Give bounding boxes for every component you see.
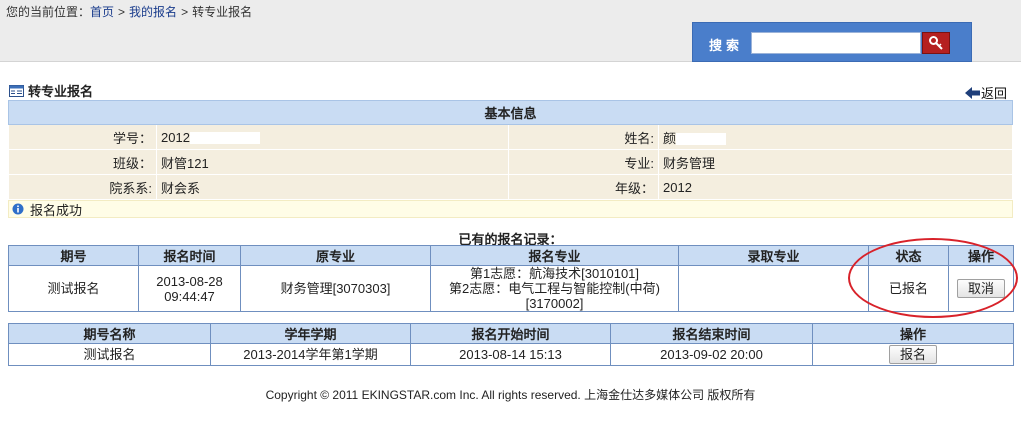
column-header: 学年学期 [210,323,411,344]
breadcrumb: 您的当前位置：首页 > 我的报名 > 转专业报名 [6,3,252,20]
form-icon [9,84,24,97]
search-panel: 搜索 [692,22,972,62]
search-label: 搜索 [709,38,744,53]
column-header: 期号 [8,245,139,266]
search-button[interactable] [922,32,950,54]
breadcrumb-prefix: 您的当前位置： [6,5,91,19]
basic-info-row: 班级： 财管121 专业: 财务管理 [8,149,1013,175]
action-cell: 取消 [948,265,1014,312]
basic-info-table: 基本信息 学号： 2012 姓名: 颜 班级： 财管121 专业: 财务管理 院… [8,100,1013,200]
info-icon [12,203,24,215]
column-header: 状态 [868,245,949,266]
column-header: 期号名称 [8,323,211,344]
end-time-cell: 2013-09-02 20:00 [610,343,813,366]
time-clock: 09:44:47 [164,288,215,304]
records-table: 期号 报名时间 原专业 报名专业 录取专业 状态 操作 测试报名 2013-08… [8,245,1014,312]
name-value: 颜 [663,130,677,146]
table-row: 测试报名 2013-08-28 09:44:47 财务管理[3070303] 第… [8,265,1014,312]
column-header: 报名专业 [430,245,679,266]
page-title: 转专业报名 [9,81,93,100]
search-key-icon [929,36,943,50]
grade-value: 2012 [658,174,1013,200]
column-header: 操作 [812,323,1014,344]
periods-header-row: 期号名称 学年学期 报名开始时间 报名结束时间 操作 [8,323,1014,344]
period-name-cell: 测试报名 [8,343,211,366]
student-id-label: 学号： [8,124,157,150]
basic-info-header-row: 基本信息 [8,100,1013,125]
top-bar: 您的当前位置：首页 > 我的报名 > 转专业报名 搜索 [0,0,1021,62]
breadcrumb-my-enroll-link[interactable]: 我的报名 [129,5,177,19]
breadcrumb-separator: > [181,5,189,19]
status-cell: 已报名 [868,265,949,312]
name-label: 姓名: [508,124,659,150]
breadcrumb-separator: > [118,5,126,19]
name-cell: 颜 [658,124,1013,150]
term-cell: 2013-2014学年第1学期 [210,343,411,366]
page-title-text: 转专业报名 [28,84,94,99]
time-date: 2013-08-28 [156,273,223,289]
choice-1: 第1志愿：航海技术[3010101] [469,266,640,281]
breadcrumb-home-link[interactable]: 首页 [90,5,114,19]
choice-2: 第2志愿：电气工程与智能控制(中荷) [449,281,660,296]
back-arrow-icon [965,86,980,99]
original-major-cell: 财务管理[3070303] [240,265,431,312]
periods-table: 期号名称 学年学期 报名开始时间 报名结束时间 操作 测试报名 2013-201… [8,323,1014,366]
student-id-value: 2012 [161,129,190,145]
admitted-major-cell [678,265,869,312]
redaction-mask [676,133,727,146]
dept-value: 财会系 [156,174,509,200]
table-row: 测试报名 2013-2014学年第1学期 2013-08-14 15:13 20… [8,343,1014,366]
basic-info-header: 基本信息 [8,100,1013,125]
notice-text: 报名成功 [30,202,83,218]
choices-cell: 第1志愿：航海技术[3010101] 第2志愿：电气工程与智能控制(中荷) [3… [430,265,679,312]
dept-label: 院系系: [8,174,157,200]
major-value: 财务管理 [658,149,1013,175]
column-header: 报名开始时间 [410,323,611,344]
success-notice: 报名成功 [8,200,1013,218]
class-label: 班级： [8,149,157,175]
records-header-row: 期号 报名时间 原专业 报名专业 录取专业 状态 操作 [8,245,1014,266]
footer-copyright: Copyright © 2011 EKINGSTAR.com Inc. All … [265,388,756,402]
basic-info-row: 院系系: 财会系 年级： 2012 [8,174,1013,200]
enroll-button[interactable]: 报名 [888,345,937,364]
search-input[interactable] [751,32,921,54]
grade-label: 年级： [508,174,659,200]
column-header: 原专业 [240,245,431,266]
basic-info-row: 学号： 2012 姓名: 颜 [8,124,1013,150]
major-label: 专业: [508,149,659,175]
breadcrumb-current: 转专业报名 [192,5,253,19]
class-value: 财管121 [156,149,509,175]
choice-2-code: [3170002] [525,296,584,311]
cancel-button[interactable]: 取消 [956,279,1005,298]
action-cell: 报名 [812,343,1014,366]
period-cell: 测试报名 [8,265,139,312]
redaction-mask [189,132,260,145]
column-header: 操作 [948,245,1014,266]
column-header: 报名结束时间 [610,323,813,344]
start-time-cell: 2013-08-14 15:13 [410,343,611,366]
column-header: 报名时间 [138,245,241,266]
column-header: 录取专业 [678,245,869,266]
student-id-cell: 2012 [156,124,509,150]
time-cell: 2013-08-28 09:44:47 [138,265,241,312]
